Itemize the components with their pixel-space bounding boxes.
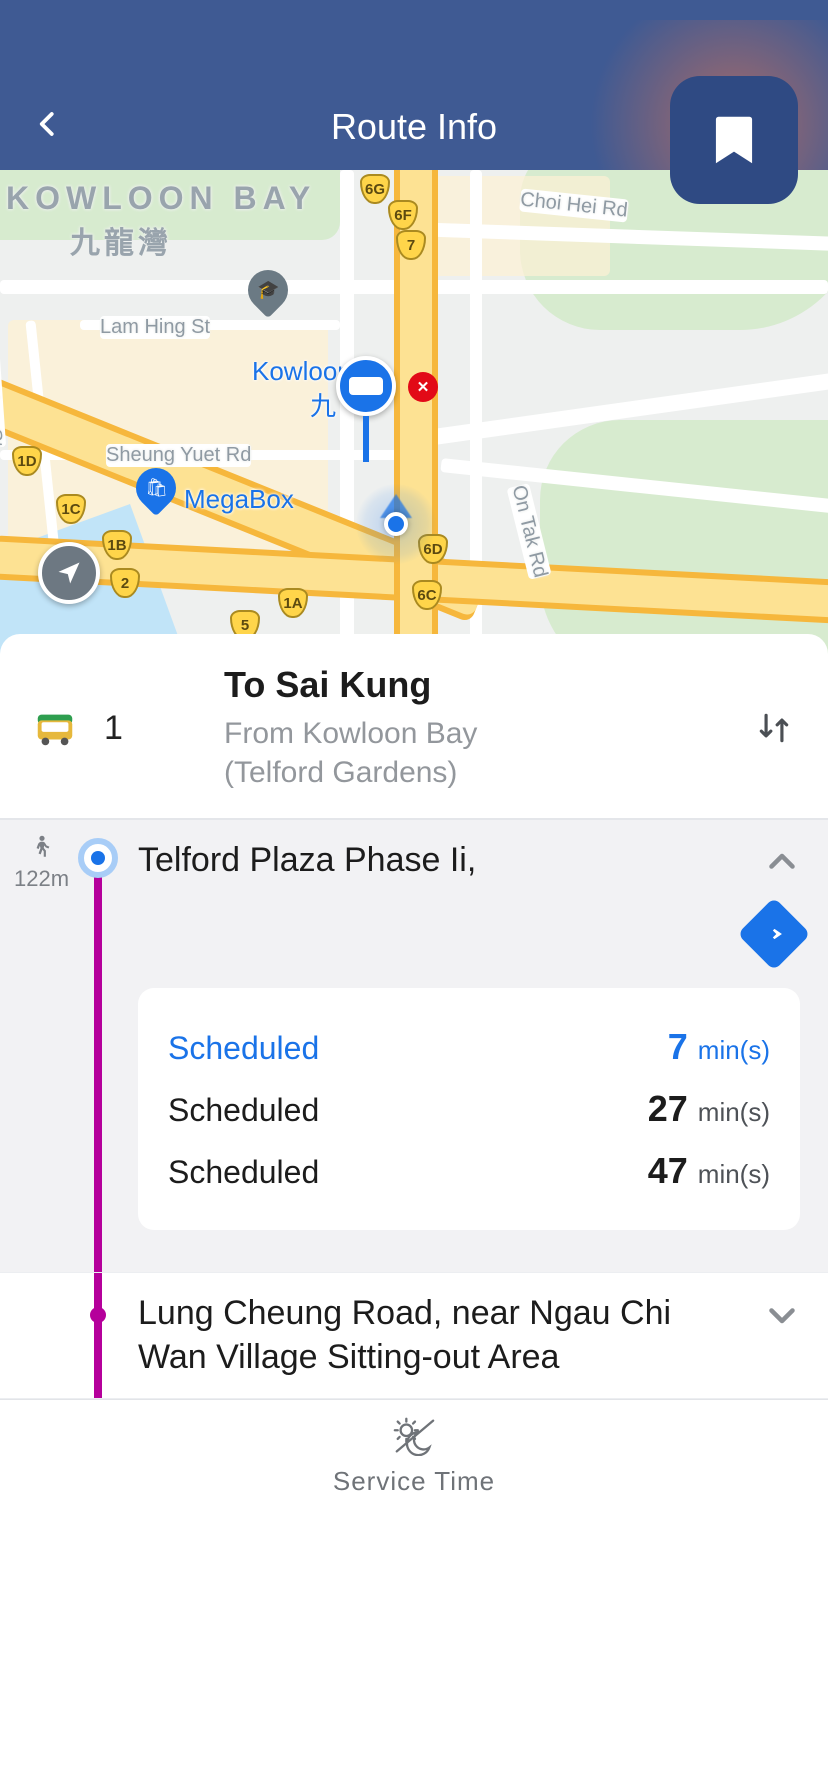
- mtr-station-icon[interactable]: ✕: [408, 372, 438, 402]
- map-area-label-en: KOWLOON BAY: [6, 180, 316, 217]
- eta-label: Scheduled: [168, 1030, 319, 1067]
- eta-unit: min(s): [698, 1159, 770, 1190]
- map-road-label: Sheung Yuet Rd: [106, 444, 251, 467]
- route-number: 1: [104, 709, 130, 748]
- destination-to: To Sai Kung: [224, 664, 728, 706]
- eta-unit: min(s): [698, 1035, 770, 1066]
- eta-label: Scheduled: [168, 1092, 319, 1129]
- swap-direction-button[interactable]: [752, 706, 796, 750]
- stop-item[interactable]: Lung Cheung Road, near Ngau Chi Wan Vill…: [0, 1273, 828, 1398]
- stop-item[interactable]: 122m Telford Plaza Phase Ii, Scheduled 7…: [0, 820, 828, 1273]
- eta-row: Scheduled 47 min(s): [168, 1140, 770, 1202]
- current-location-dot: [356, 484, 436, 564]
- route-shield: 1A: [278, 588, 308, 618]
- eta-card: Scheduled 7 min(s) Scheduled 27 min(s) S…: [138, 988, 800, 1230]
- stop-node-current: [78, 838, 118, 878]
- map-poi-label: MegaBox: [184, 484, 294, 515]
- eta-value: 47: [648, 1150, 688, 1192]
- locate-me-button[interactable]: [38, 542, 100, 604]
- walk-distance-text: 122m: [14, 866, 69, 891]
- eta-label: Scheduled: [168, 1154, 319, 1191]
- eta-value: 7: [668, 1026, 688, 1068]
- minibus-icon: [32, 705, 78, 751]
- to-name: Sai Kung: [275, 664, 431, 705]
- navigate-button[interactable]: [748, 908, 800, 960]
- stop-name: Telford Plaza Phase Ii,: [138, 838, 764, 882]
- stops-list: 122m Telford Plaza Phase Ii, Scheduled 7…: [0, 820, 828, 1399]
- eta-row: Scheduled 7 min(s): [168, 1016, 770, 1078]
- map-poi-pin[interactable]: 🎓: [248, 270, 288, 320]
- stop-gutter: 122m: [0, 820, 130, 1272]
- service-time-button[interactable]: Service Time: [333, 1416, 495, 1497]
- app-header: Route Info: [0, 0, 828, 170]
- chevron-down-icon[interactable]: [764, 1297, 800, 1333]
- stop-node: [90, 1307, 106, 1323]
- stop-gutter: [0, 1273, 130, 1397]
- route-destination: To Sai Kung From Kowloon Bay (Telford Ga…: [224, 664, 728, 792]
- bookmark-button[interactable]: [670, 76, 798, 204]
- service-time-label: Service Time: [333, 1466, 495, 1497]
- eta-unit: min(s): [698, 1097, 770, 1128]
- destination-from: From Kowloon Bay (Telford Gardens): [224, 714, 728, 792]
- map-view[interactable]: KOWLOON BAY 九龍灣 Lam Hing St Sheung Yuet …: [0, 170, 828, 654]
- stop-body: Telford Plaza Phase Ii, Scheduled 7 min(…: [130, 820, 828, 1272]
- route-line: [94, 858, 102, 1272]
- back-button[interactable]: [28, 104, 68, 144]
- map-poi-pin[interactable]: 🛍: [136, 468, 176, 518]
- stop-name: Lung Cheung Road, near Ngau Chi Wan Vill…: [138, 1291, 764, 1379]
- day-night-icon: [391, 1416, 437, 1456]
- map-road-label: Lam Hing St: [100, 316, 210, 339]
- route-shield: 6G: [360, 174, 390, 204]
- eta-row: Scheduled 27 min(s): [168, 1078, 770, 1140]
- bottom-toolbar: Service Time: [0, 1399, 828, 1551]
- stop-body: Lung Cheung Road, near Ngau Chi Wan Vill…: [130, 1273, 828, 1397]
- route-summary-card: 1 To Sai Kung From Kowloon Bay (Telford …: [0, 634, 828, 820]
- eta-value: 27: [648, 1088, 688, 1130]
- walk-distance: 122m: [14, 830, 69, 892]
- route-line: [94, 1273, 102, 1397]
- map-area-label-zh: 九龍灣: [70, 218, 172, 262]
- bus-stop-pin[interactable]: [336, 356, 396, 462]
- from-line: From Kowloon Bay: [224, 717, 477, 750]
- map-station-label: 九: [310, 386, 336, 423]
- chevron-up-icon[interactable]: [764, 844, 800, 880]
- to-prefix: To: [224, 664, 275, 705]
- from-line: (Telford Gardens): [224, 756, 457, 789]
